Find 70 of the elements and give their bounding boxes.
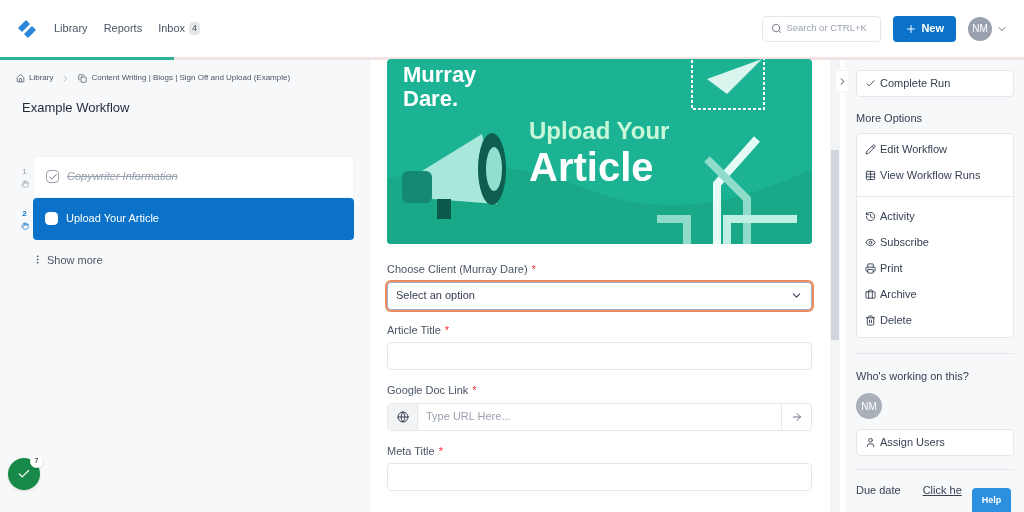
eye-icon bbox=[865, 237, 876, 248]
trash-icon bbox=[865, 315, 876, 326]
url-field[interactable]: Type URL Here... bbox=[387, 402, 812, 431]
table-icon bbox=[865, 170, 876, 181]
check-icon bbox=[17, 467, 31, 481]
select-field[interactable]: Select an option bbox=[387, 281, 812, 310]
menu-item[interactable]: View Workflow Runs bbox=[857, 162, 1013, 189]
text-field[interactable] bbox=[387, 342, 812, 370]
copy-icon bbox=[78, 73, 88, 83]
check-icon bbox=[865, 78, 876, 89]
menu-item[interactable]: Archive bbox=[857, 281, 1013, 308]
globe-icon bbox=[396, 410, 409, 423]
required-mark: * bbox=[444, 322, 450, 338]
required-mark: * bbox=[438, 443, 443, 459]
required-mark: * bbox=[472, 383, 477, 398]
scrollbar-thumb[interactable] bbox=[831, 150, 839, 340]
step-number: 1 bbox=[22, 165, 27, 178]
section-title: Who's working on this? bbox=[856, 368, 970, 384]
field-label: Google Doc Link bbox=[387, 383, 469, 398]
menu-item[interactable]: Edit Workflow bbox=[857, 136, 1013, 163]
url-field[interactable]: Type URL Here... bbox=[418, 403, 781, 430]
complete-run-button[interactable]: Complete Run bbox=[856, 70, 1014, 97]
section-title: More Options bbox=[856, 111, 924, 126]
nav-link[interactable]: Inbox 4 bbox=[158, 20, 201, 37]
banner-heading: Article bbox=[529, 145, 655, 189]
banner-heading: Upload Your bbox=[529, 117, 670, 145]
nav-link[interactable]: Reports bbox=[103, 20, 143, 37]
menu-item[interactable]: Subscribe bbox=[857, 229, 1013, 256]
user-icon bbox=[865, 437, 876, 448]
task-label: Copywriter Information bbox=[67, 169, 178, 185]
logo-icon bbox=[16, 17, 38, 40]
search-input[interactable]: Search or CTRL+K bbox=[786, 21, 872, 36]
count-badge: 4 bbox=[189, 21, 201, 36]
home-icon bbox=[16, 73, 25, 83]
field-label: Meta Title bbox=[387, 443, 435, 459]
field-label: Choose Client (Murray Dare) bbox=[387, 262, 528, 277]
checkbox[interactable] bbox=[46, 170, 59, 183]
due-date-label: Due date bbox=[856, 483, 901, 498]
plus-icon bbox=[905, 22, 918, 35]
avatar: NM bbox=[856, 393, 882, 419]
due-date-link[interactable]: Click he bbox=[922, 482, 962, 499]
task-label: Upload Your Article bbox=[66, 211, 159, 227]
assign-users-button[interactable]: Assign Users bbox=[856, 429, 1014, 456]
text-field[interactable] bbox=[387, 463, 812, 491]
history-icon bbox=[865, 211, 876, 222]
banner-text: Dare. bbox=[403, 87, 459, 111]
new-button[interactable]: New bbox=[893, 15, 956, 42]
collapse-button[interactable] bbox=[835, 70, 849, 92]
printer-icon bbox=[865, 263, 876, 274]
menu-item[interactable]: Activity bbox=[857, 203, 1013, 230]
field-label: Article Title bbox=[387, 322, 441, 338]
step-number: 2 bbox=[22, 207, 27, 220]
arrow-right-icon[interactable] bbox=[790, 410, 803, 423]
breadcrumb-link[interactable]: Library bbox=[29, 72, 54, 84]
task-item[interactable]: Upload Your Article bbox=[33, 197, 354, 240]
menu-item[interactable]: Delete bbox=[857, 307, 1013, 334]
required-mark: * bbox=[531, 262, 536, 277]
hand-icon bbox=[20, 221, 29, 230]
search-icon bbox=[771, 23, 783, 34]
pencil-icon bbox=[865, 144, 876, 155]
nav-link[interactable]: Library bbox=[54, 20, 88, 37]
menu-item[interactable]: Print bbox=[857, 255, 1013, 282]
banner-text: Murray bbox=[403, 63, 478, 87]
show-more-button[interactable]: Show more bbox=[32, 251, 103, 268]
briefcase-icon bbox=[865, 289, 876, 300]
check-icon bbox=[47, 171, 58, 182]
breadcrumb-link[interactable]: Content Writing | Blogs | Sign Off and Upload (Example) bbox=[91, 72, 291, 84]
hand-icon bbox=[20, 179, 29, 188]
workflow-title: Example Workflow bbox=[22, 99, 131, 117]
search-field[interactable]: Search or CTRL+K bbox=[762, 15, 882, 42]
